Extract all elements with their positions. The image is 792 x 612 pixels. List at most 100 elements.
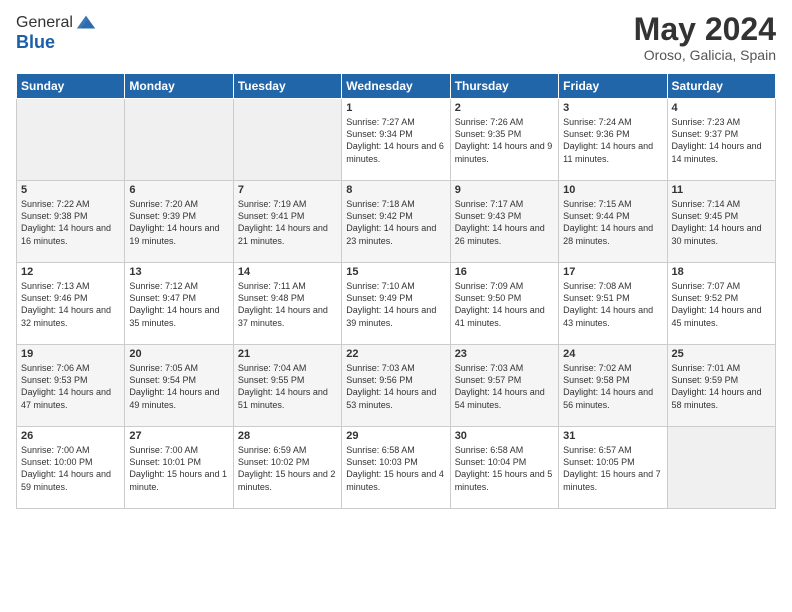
calendar-cell: 11 Sunrise: 7:14 AM Sunset: 9:45 PM Dayl… <box>667 181 775 263</box>
cell-daylight: Daylight: 15 hours and 5 minutes. <box>455 469 553 491</box>
logo: General Blue <box>16 12 97 53</box>
cell-sunset: Sunset: 9:37 PM <box>672 129 739 139</box>
day-number: 25 <box>672 348 771 360</box>
calendar-cell: 27 Sunrise: 7:00 AM Sunset: 10:01 PM Day… <box>125 427 233 509</box>
cell-sunset: Sunset: 9:36 PM <box>563 129 630 139</box>
day-number: 20 <box>129 348 228 360</box>
calendar-cell: 4 Sunrise: 7:23 AM Sunset: 9:37 PM Dayli… <box>667 99 775 181</box>
cell-sunset: Sunset: 9:45 PM <box>672 211 739 221</box>
calendar-header-row: Sunday Monday Tuesday Wednesday Thursday… <box>17 74 776 99</box>
cell-daylight: Daylight: 14 hours and 35 minutes. <box>129 305 219 327</box>
day-number: 13 <box>129 266 228 278</box>
calendar-cell: 21 Sunrise: 7:04 AM Sunset: 9:55 PM Dayl… <box>233 345 341 427</box>
calendar-week-row: 12 Sunrise: 7:13 AM Sunset: 9:46 PM Dayl… <box>17 263 776 345</box>
header-wednesday: Wednesday <box>342 74 450 99</box>
cell-sunset: Sunset: 9:46 PM <box>21 293 88 303</box>
cell-sunset: Sunset: 10:05 PM <box>563 457 635 467</box>
cell-sunrise: Sunrise: 7:07 AM <box>672 281 741 291</box>
cell-sunset: Sunset: 9:55 PM <box>238 375 305 385</box>
day-number: 30 <box>455 430 554 442</box>
day-number: 16 <box>455 266 554 278</box>
cell-sunrise: Sunrise: 7:05 AM <box>129 363 198 373</box>
calendar-cell: 12 Sunrise: 7:13 AM Sunset: 9:46 PM Dayl… <box>17 263 125 345</box>
calendar-cell: 3 Sunrise: 7:24 AM Sunset: 9:36 PM Dayli… <box>559 99 667 181</box>
cell-daylight: Daylight: 15 hours and 1 minute. <box>129 469 227 491</box>
calendar-cell <box>17 99 125 181</box>
cell-sunrise: Sunrise: 7:18 AM <box>346 199 415 209</box>
cell-sunset: Sunset: 9:34 PM <box>346 129 413 139</box>
calendar-cell <box>667 427 775 509</box>
day-number: 12 <box>21 266 120 278</box>
cell-sunrise: Sunrise: 7:11 AM <box>238 281 306 291</box>
header-tuesday: Tuesday <box>233 74 341 99</box>
cell-sunrise: Sunrise: 7:20 AM <box>129 199 198 209</box>
header-monday: Monday <box>125 74 233 99</box>
day-number: 21 <box>238 348 337 360</box>
day-number: 5 <box>21 184 120 196</box>
calendar-cell: 22 Sunrise: 7:03 AM Sunset: 9:56 PM Dayl… <box>342 345 450 427</box>
cell-daylight: Daylight: 15 hours and 4 minutes. <box>346 469 444 491</box>
calendar-cell: 15 Sunrise: 7:10 AM Sunset: 9:49 PM Dayl… <box>342 263 450 345</box>
cell-sunrise: Sunrise: 7:09 AM <box>455 281 524 291</box>
cell-daylight: Daylight: 15 hours and 2 minutes. <box>238 469 336 491</box>
cell-sunset: Sunset: 9:49 PM <box>346 293 413 303</box>
calendar-cell: 10 Sunrise: 7:15 AM Sunset: 9:44 PM Dayl… <box>559 181 667 263</box>
cell-daylight: Daylight: 14 hours and 32 minutes. <box>21 305 111 327</box>
cell-sunset: Sunset: 10:03 PM <box>346 457 418 467</box>
cell-sunrise: Sunrise: 7:00 AM <box>129 445 198 455</box>
cell-daylight: Daylight: 14 hours and 26 minutes. <box>455 223 545 245</box>
cell-sunset: Sunset: 9:42 PM <box>346 211 413 221</box>
cell-sunset: Sunset: 9:38 PM <box>21 211 88 221</box>
day-number: 9 <box>455 184 554 196</box>
calendar-cell: 16 Sunrise: 7:09 AM Sunset: 9:50 PM Dayl… <box>450 263 558 345</box>
cell-sunset: Sunset: 9:43 PM <box>455 211 522 221</box>
cell-sunrise: Sunrise: 7:01 AM <box>672 363 741 373</box>
cell-sunrise: Sunrise: 7:03 AM <box>455 363 524 373</box>
cell-sunset: Sunset: 9:59 PM <box>672 375 739 385</box>
calendar-cell: 13 Sunrise: 7:12 AM Sunset: 9:47 PM Dayl… <box>125 263 233 345</box>
cell-sunset: Sunset: 9:58 PM <box>563 375 630 385</box>
day-number: 18 <box>672 266 771 278</box>
cell-sunrise: Sunrise: 7:14 AM <box>672 199 741 209</box>
day-number: 28 <box>238 430 337 442</box>
cell-daylight: Daylight: 14 hours and 16 minutes. <box>21 223 111 245</box>
cell-sunrise: Sunrise: 7:02 AM <box>563 363 632 373</box>
day-number: 10 <box>563 184 662 196</box>
day-number: 4 <box>672 102 771 114</box>
calendar-week-row: 19 Sunrise: 7:06 AM Sunset: 9:53 PM Dayl… <box>17 345 776 427</box>
cell-daylight: Daylight: 14 hours and 21 minutes. <box>238 223 328 245</box>
day-number: 6 <box>129 184 228 196</box>
logo-icon <box>75 12 97 34</box>
cell-daylight: Daylight: 14 hours and 49 minutes. <box>129 387 219 409</box>
calendar-week-row: 5 Sunrise: 7:22 AM Sunset: 9:38 PM Dayli… <box>17 181 776 263</box>
cell-daylight: Daylight: 14 hours and 30 minutes. <box>672 223 762 245</box>
cell-sunset: Sunset: 9:41 PM <box>238 211 305 221</box>
cell-sunset: Sunset: 9:44 PM <box>563 211 630 221</box>
header-friday: Friday <box>559 74 667 99</box>
calendar-cell: 5 Sunrise: 7:22 AM Sunset: 9:38 PM Dayli… <box>17 181 125 263</box>
cell-sunrise: Sunrise: 7:10 AM <box>346 281 415 291</box>
logo-blue-text: Blue <box>16 32 97 53</box>
cell-sunrise: Sunrise: 7:12 AM <box>129 281 198 291</box>
location-text: Oroso, Galicia, Spain <box>634 47 776 63</box>
cell-sunset: Sunset: 9:39 PM <box>129 211 196 221</box>
day-number: 2 <box>455 102 554 114</box>
cell-daylight: Daylight: 14 hours and 9 minutes. <box>455 141 553 163</box>
day-number: 17 <box>563 266 662 278</box>
calendar-table: Sunday Monday Tuesday Wednesday Thursday… <box>16 73 776 509</box>
cell-sunset: Sunset: 9:54 PM <box>129 375 196 385</box>
page-container: General Blue May 2024 Oroso, Galicia, Sp… <box>0 0 792 517</box>
cell-daylight: Daylight: 14 hours and 58 minutes. <box>672 387 762 409</box>
cell-daylight: Daylight: 14 hours and 53 minutes. <box>346 387 436 409</box>
cell-sunrise: Sunrise: 7:15 AM <box>563 199 632 209</box>
day-number: 31 <box>563 430 662 442</box>
cell-daylight: Daylight: 14 hours and 19 minutes. <box>129 223 219 245</box>
cell-sunset: Sunset: 9:35 PM <box>455 129 522 139</box>
cell-sunrise: Sunrise: 7:17 AM <box>455 199 524 209</box>
calendar-week-row: 26 Sunrise: 7:00 AM Sunset: 10:00 PM Day… <box>17 427 776 509</box>
calendar-cell: 14 Sunrise: 7:11 AM Sunset: 9:48 PM Dayl… <box>233 263 341 345</box>
day-number: 7 <box>238 184 337 196</box>
cell-sunrise: Sunrise: 7:27 AM <box>346 117 415 127</box>
calendar-cell: 2 Sunrise: 7:26 AM Sunset: 9:35 PM Dayli… <box>450 99 558 181</box>
cell-daylight: Daylight: 14 hours and 45 minutes. <box>672 305 762 327</box>
